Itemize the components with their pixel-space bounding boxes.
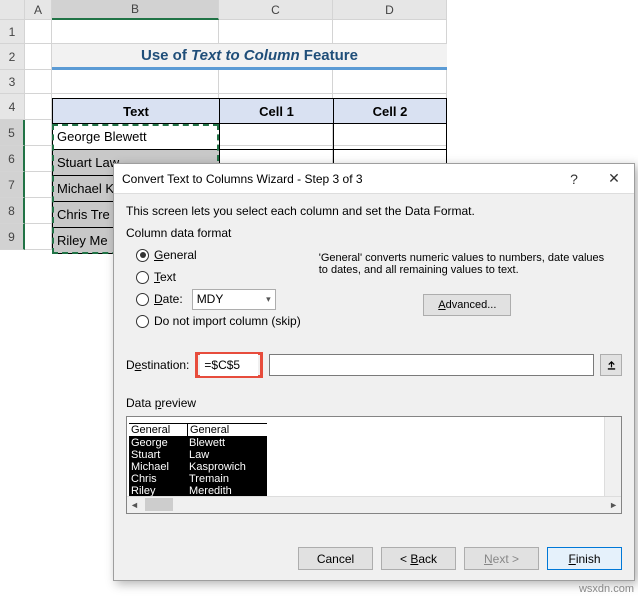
next-button[interactable]: Next > <box>464 547 539 570</box>
cell[interactable] <box>333 70 447 94</box>
radio-date[interactable]: Date: MDY ▾ <box>136 288 301 310</box>
data-cell[interactable]: George Blewett <box>52 124 219 150</box>
data-cell[interactable] <box>333 124 447 150</box>
row-header-1[interactable]: 1 <box>0 20 25 44</box>
destination-highlight: =$C$5 <box>195 352 263 378</box>
row-header-3[interactable]: 3 <box>0 70 25 94</box>
scroll-thumb[interactable] <box>145 498 173 511</box>
cell[interactable] <box>25 198 52 224</box>
row-headers: 1 2 3 4 5 6 7 8 9 <box>0 20 25 250</box>
radio-text[interactable]: Text <box>136 266 301 288</box>
cell[interactable] <box>52 20 219 44</box>
preview-row[interactable]: ChrisTremain <box>129 473 619 485</box>
watermark-text: wsxdn.com <box>579 583 634 595</box>
instruction-text: This screen lets you select each column … <box>126 204 622 218</box>
col-header-b[interactable]: B <box>52 0 219 20</box>
cell[interactable] <box>25 70 52 94</box>
row-header-9[interactable]: 9 <box>0 224 25 250</box>
row-header-8[interactable]: 8 <box>0 198 25 224</box>
cell[interactable] <box>25 224 52 250</box>
date-value: MDY <box>197 292 224 306</box>
preview-scrollbar-vertical[interactable] <box>604 417 621 496</box>
cell[interactable] <box>219 20 333 44</box>
text-to-columns-dialog: Convert Text to Columns Wizard - Step 3 … <box>113 163 635 581</box>
advanced-button[interactable]: Advanced... <box>423 294 511 316</box>
format-group-label: Column data format <box>126 226 231 240</box>
radio-label: General <box>154 248 197 262</box>
column-headers: A B C D <box>0 0 447 20</box>
cell[interactable] <box>25 44 52 70</box>
row-header-5[interactable]: 5 <box>0 120 25 146</box>
radio-skip[interactable]: Do not import column (skip) <box>136 310 301 332</box>
radio-icon <box>136 315 149 328</box>
title-merged-cell[interactable]: Use of Text to Column Feature <box>52 44 447 70</box>
cell[interactable] <box>333 20 447 44</box>
header-cell1[interactable]: Cell 1 <box>219 98 333 124</box>
close-button[interactable]: ✕ <box>594 164 634 194</box>
radio-label: Date: <box>154 292 183 306</box>
radio-general[interactable]: General <box>136 244 301 266</box>
radio-label: Do not import column (skip) <box>154 314 301 328</box>
cell[interactable] <box>25 20 52 44</box>
radio-icon <box>136 249 149 262</box>
cell[interactable] <box>25 172 52 198</box>
data-preview-box[interactable]: GeneralGeneral GeorgeBlewett StuartLaw M… <box>126 416 622 514</box>
preview-label: Data preview <box>126 396 622 410</box>
scroll-right-icon[interactable]: ► <box>609 500 618 510</box>
cell[interactable] <box>25 146 52 172</box>
preview-row[interactable]: GeorgeBlewett <box>129 437 619 449</box>
title-italic: Text to Column <box>191 47 300 64</box>
row-header-4[interactable]: 4 <box>0 94 25 120</box>
dialog-titlebar[interactable]: Convert Text to Columns Wizard - Step 3 … <box>114 164 634 194</box>
select-all-corner[interactable] <box>0 0 25 20</box>
row-header-6[interactable]: 6 <box>0 146 25 172</box>
header-cell2[interactable]: Cell 2 <box>333 98 447 124</box>
col-header-a[interactable]: A <box>25 0 52 20</box>
cancel-button[interactable]: Cancel <box>298 547 373 570</box>
data-cell[interactable] <box>219 124 333 150</box>
date-format-select[interactable]: MDY ▾ <box>192 289 276 310</box>
preview-row[interactable]: MichaelKasprowich <box>129 461 619 473</box>
chevron-down-icon: ▾ <box>266 294 271 305</box>
collapse-dialog-button[interactable] <box>600 354 622 376</box>
help-button[interactable]: ? <box>554 164 594 194</box>
title-suffix: Feature <box>304 47 358 64</box>
collapse-icon <box>606 360 617 371</box>
preview-scrollbar-horizontal[interactable]: ◄ ► <box>127 496 621 513</box>
destination-input[interactable] <box>269 354 594 376</box>
cell[interactable] <box>219 70 333 94</box>
dialog-title: Convert Text to Columns Wizard - Step 3 … <box>122 172 554 186</box>
col-header-d[interactable]: D <box>333 0 447 20</box>
preview-row[interactable]: StuartLaw <box>129 449 619 461</box>
radio-icon <box>136 271 149 284</box>
radio-label: Text <box>154 270 176 284</box>
destination-label: Destination: <box>126 358 189 372</box>
row-header-2[interactable]: 2 <box>0 44 25 70</box>
radio-icon <box>136 293 149 306</box>
cell[interactable] <box>52 70 219 94</box>
finish-button[interactable]: Finish <box>547 547 622 570</box>
title-prefix: Use of <box>141 47 187 64</box>
format-description: 'General' converts numeric values to num… <box>319 252 616 276</box>
back-button[interactable]: < Back <box>381 547 456 570</box>
scroll-left-icon[interactable]: ◄ <box>130 500 139 510</box>
cell[interactable] <box>25 94 52 120</box>
col-header-c[interactable]: C <box>219 0 333 20</box>
header-text[interactable]: Text <box>52 98 219 124</box>
preview-header-row: GeneralGeneral <box>129 423 619 437</box>
row-header-7[interactable]: 7 <box>0 172 25 198</box>
cell[interactable] <box>25 120 52 146</box>
destination-value-emphasis: =$C$5 <box>200 354 258 376</box>
